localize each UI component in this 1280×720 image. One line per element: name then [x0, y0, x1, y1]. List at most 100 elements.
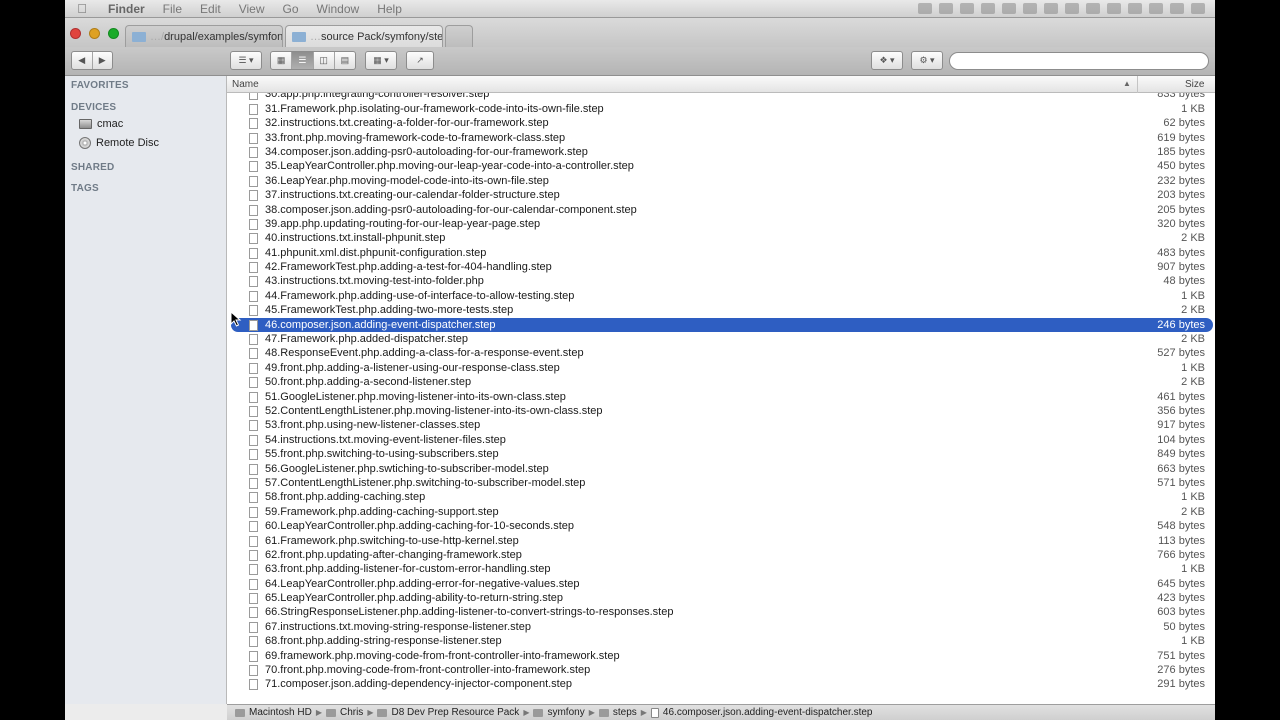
tools-icon[interactable] — [1023, 3, 1037, 14]
file-row[interactable]: 48.ResponseEvent.php.adding-a-class-for-… — [227, 346, 1215, 360]
menu-view[interactable]: View — [230, 2, 274, 16]
file-row[interactable]: 35.LeapYearController.php.moving-our-lea… — [227, 159, 1215, 173]
file-row[interactable]: 69.framework.php.moving-code-from-front-… — [227, 649, 1215, 663]
file-row[interactable]: 33.front.php.moving-framework-code-to-fr… — [227, 131, 1215, 145]
cover-flow-icon[interactable]: ▤ — [335, 52, 355, 69]
file-row[interactable]: 58.front.php.adding-caching.step 1 KB — [227, 490, 1215, 504]
path-segment[interactable]: Chris — [325, 707, 363, 718]
menu-app-name[interactable]: Finder — [99, 2, 154, 16]
file-row[interactable]: 45.FrameworkTest.php.adding-two-more-tes… — [227, 303, 1215, 317]
menu-help[interactable]: Help — [368, 2, 411, 16]
menu-window[interactable]: Window — [308, 2, 369, 16]
clock-icon[interactable] — [1149, 3, 1163, 14]
file-row[interactable]: 57.ContentLengthListener.php.switching-t… — [227, 476, 1215, 490]
file-row[interactable]: 37.instructions.txt.creating-our-calenda… — [227, 188, 1215, 202]
new-tab-button[interactable] — [445, 25, 473, 47]
action-menu-button[interactable]: ⚙ ▾ — [911, 51, 943, 70]
file-row[interactable]: 36.LeapYear.php.moving-model-code-into-i… — [227, 174, 1215, 188]
file-row[interactable]: 60.LeapYearController.php.adding-caching… — [227, 519, 1215, 533]
share-button[interactable]: ↗ — [406, 51, 434, 70]
file-row[interactable]: 52.ContentLengthListener.php.moving-list… — [227, 404, 1215, 418]
file-row[interactable]: 70.front.php.moving-code-from-front-cont… — [227, 663, 1215, 677]
file-row[interactable]: 63.front.php.adding-listener-for-custom-… — [227, 562, 1215, 576]
icon-view-icon[interactable]: ▦ — [271, 52, 293, 69]
file-name: 35.LeapYearController.php.moving-our-lea… — [265, 160, 634, 173]
apple-icon[interactable]:  — [65, 1, 99, 16]
arrange-menu-button[interactable]: ☰ ▾ — [230, 51, 262, 70]
zoom-window-button[interactable] — [108, 28, 119, 39]
file-row[interactable]: 49.front.php.adding-a-listener-using-our… — [227, 361, 1215, 375]
settings-icon[interactable] — [939, 3, 953, 14]
group-menu-button[interactable]: ▦ ▾ — [365, 51, 397, 70]
spotlight-icon[interactable] — [1170, 3, 1184, 14]
path-separator-icon: ▶ — [588, 708, 595, 717]
sidebar-heading-devices[interactable]: DEVICES — [71, 102, 116, 113]
sidebar-heading-favorites[interactable]: FAVORITES — [71, 80, 129, 91]
file-row[interactable]: 41.phpunit.xml.dist.phpunit-configuratio… — [227, 246, 1215, 260]
column-header-name[interactable]: Name — [232, 79, 259, 90]
file-row[interactable]: 40.instructions.txt.install-phpunit.step… — [227, 231, 1215, 245]
file-row[interactable]: 64.LeapYearController.php.adding-error-f… — [227, 577, 1215, 591]
file-row[interactable]: 71.composer.json.adding-dependency-injec… — [227, 677, 1215, 691]
clipboard-icon[interactable] — [981, 3, 995, 14]
cloud-icon[interactable] — [1044, 3, 1058, 14]
file-row[interactable]: 53.front.php.using-new-listener-classes.… — [227, 418, 1215, 432]
file-row[interactable]: 38.composer.json.adding-psr0-autoloading… — [227, 203, 1215, 217]
file-row[interactable]: 42.FrameworkTest.php.adding-a-test-for-4… — [227, 260, 1215, 274]
bluetooth-icon[interactable] — [1086, 3, 1100, 14]
column-divider[interactable] — [1137, 76, 1138, 93]
menu-file[interactable]: File — [154, 2, 191, 16]
sidebar-heading-shared[interactable]: SHARED — [71, 162, 114, 173]
search-input[interactable] — [949, 52, 1209, 70]
file-row[interactable]: 50.front.php.adding-a-second-listener.st… — [227, 375, 1215, 389]
file-row[interactable]: 43.instructions.txt.moving-test-into-fol… — [227, 274, 1215, 288]
volume-icon[interactable] — [1107, 3, 1121, 14]
file-row[interactable]: 31.Framework.php.isolating-our-framework… — [227, 102, 1215, 116]
file-row[interactable]: 34.composer.json.adding-psr0-autoloading… — [227, 145, 1215, 159]
folder-icon — [377, 708, 388, 717]
file-row[interactable]: 66.StringResponseListener.php.adding-lis… — [227, 605, 1215, 619]
file-row[interactable]: 54.instructions.txt.moving-event-listene… — [227, 433, 1215, 447]
calendar-icon[interactable] — [1002, 3, 1016, 14]
file-row[interactable]: 65.LeapYearController.php.adding-ability… — [227, 591, 1215, 605]
dropbox-menu-button[interactable]: ❖ ▾ — [871, 51, 903, 70]
path-segment[interactable]: D8 Dev Prep Resource Pack — [377, 707, 519, 718]
disc-icon — [79, 137, 91, 149]
file-row[interactable]: 68.front.php.adding-string-response-list… — [227, 634, 1215, 648]
user-icon[interactable] — [1065, 3, 1079, 14]
sidebar-heading-tags[interactable]: TAGS — [71, 183, 99, 194]
tab-steps[interactable]: … source Pack/symfony/steps × — [285, 25, 443, 47]
file-row[interactable]: 61.Framework.php.switching-to-use-http-k… — [227, 534, 1215, 548]
file-row[interactable]: 55.front.php.switching-to-using-subscrib… — [227, 447, 1215, 461]
file-row[interactable]: 47.Framework.php.added-dispatcher.step 2 … — [227, 332, 1215, 346]
menu-go[interactable]: Go — [274, 2, 308, 16]
list-view-icon[interactable]: ☰ — [292, 52, 314, 69]
wifi-icon[interactable] — [1128, 3, 1142, 14]
dropbox-icon[interactable] — [960, 3, 974, 14]
file-row[interactable]: 56.GoogleListener.php.swtiching-to-subsc… — [227, 462, 1215, 476]
back-arrow-icon[interactable]: ◀ — [72, 52, 93, 69]
forward-arrow-icon[interactable]: ▶ — [93, 52, 113, 69]
file-row[interactable]: 44.Framework.php.adding-use-of-interface… — [227, 289, 1215, 303]
file-row[interactable]: 32.instructions.txt.creating-a-folder-fo… — [227, 116, 1215, 130]
tab-examples-symfony[interactable]: …/ drupal/examples/symfony × — [125, 25, 283, 47]
column-header-size[interactable]: Size — [1185, 79, 1204, 90]
notifications-icon[interactable] — [1191, 3, 1205, 14]
file-row[interactable]: 67.instructions.txt.moving-string-respon… — [227, 620, 1215, 634]
file-row[interactable]: 59.Framework.php.adding-caching-support.… — [227, 505, 1215, 519]
file-row[interactable]: 51.GoogleListener.php.moving-listener-in… — [227, 390, 1215, 404]
file-row[interactable]: 62.front.php.updating-after-changing-fra… — [227, 548, 1215, 562]
camera-icon[interactable] — [918, 3, 932, 14]
sidebar-item-remote-disc[interactable]: Remote Disc — [79, 137, 159, 149]
minimize-window-button[interactable] — [89, 28, 100, 39]
path-segment[interactable]: symfony — [533, 707, 585, 718]
file-row-selected[interactable]: 46.composer.json.adding-event-dispatcher… — [231, 317, 1213, 333]
menu-edit[interactable]: Edit — [191, 2, 230, 16]
column-view-icon[interactable]: ◫ — [314, 52, 335, 69]
path-segment[interactable]: 46.composer.json.adding-event-dispatcher… — [650, 707, 873, 718]
close-window-button[interactable] — [70, 28, 81, 39]
path-segment[interactable]: steps — [598, 707, 637, 718]
sidebar-item-cmac[interactable]: cmac — [79, 118, 123, 130]
file-row[interactable]: 39.app.php.updating-routing-for-our-leap… — [227, 217, 1215, 231]
path-segment[interactable]: Macintosh HD — [235, 707, 312, 718]
